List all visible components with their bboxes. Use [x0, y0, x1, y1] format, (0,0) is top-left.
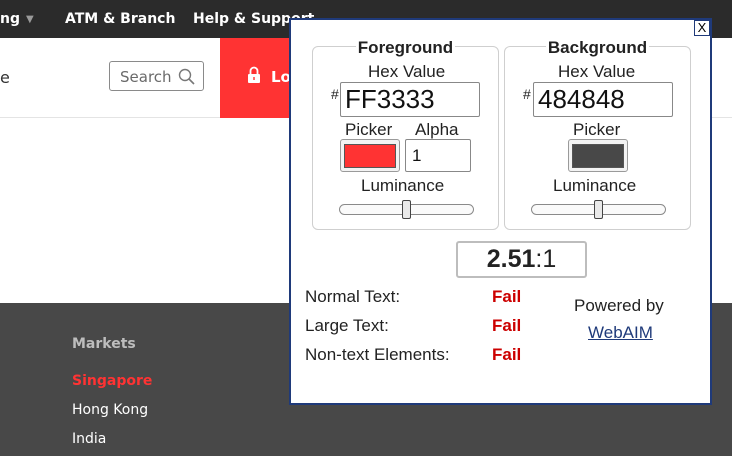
foreground-alpha-label: Alpha	[415, 120, 459, 139]
result-value-non-text: Fail	[492, 345, 522, 364]
foreground-title: Foreground	[355, 38, 456, 57]
search-placeholder: Search	[120, 68, 172, 86]
foreground-hex-label: Hex Value	[368, 62, 446, 81]
contrast-checker-dialog: X Foreground Hex Value # FF3333 Picker A…	[289, 18, 712, 405]
foreground-alpha-input[interactable]: 1	[405, 139, 471, 172]
background-picker-button[interactable]	[568, 139, 628, 172]
foreground-picker-label: Picker	[345, 120, 393, 139]
background-luminance-label: Luminance	[553, 176, 637, 195]
background-luminance-thumb[interactable]	[594, 200, 603, 219]
foreground-hash: #	[331, 86, 339, 102]
contrast-ratio: 2.51:1	[456, 241, 587, 278]
foreground-hex-input[interactable]: FF3333	[340, 82, 480, 117]
footer-link-india[interactable]: India	[72, 431, 106, 447]
result-value-large-text: Fail	[492, 316, 522, 335]
search-icon	[178, 68, 195, 85]
foreground-color-swatch	[344, 144, 396, 168]
chevron-down-icon: ▼	[26, 14, 34, 25]
lock-icon	[248, 66, 260, 83]
footer-link-hong-kong[interactable]: Hong Kong	[72, 402, 148, 418]
footer-link-singapore[interactable]: Singapore	[72, 373, 152, 389]
close-button[interactable]: X	[694, 20, 710, 36]
footer-heading-markets: Markets	[72, 336, 136, 352]
login-label: Lo	[271, 68, 291, 86]
background-picker-label: Picker	[573, 120, 621, 139]
nav-item-partial-label: ng	[0, 11, 20, 27]
result-value-normal-text: Fail	[492, 287, 522, 306]
background-color-swatch	[572, 144, 624, 168]
background-hex-label: Hex Value	[558, 62, 636, 81]
nav-item-partial[interactable]: ng ▼	[0, 11, 34, 27]
nav-item-atm-branch[interactable]: ATM & Branch	[65, 11, 175, 27]
powered-by-label: Powered by	[574, 296, 664, 315]
login-button[interactable]: Lo	[220, 38, 300, 118]
result-label-non-text: Non-text Elements:	[305, 345, 450, 364]
foreground-luminance-thumb[interactable]	[402, 200, 411, 219]
foreground-luminance-label: Luminance	[361, 176, 445, 195]
foreground-picker-button[interactable]	[340, 139, 400, 172]
sub-header-partial-text[interactable]: e	[0, 68, 10, 87]
webaim-link[interactable]: WebAIM	[588, 323, 653, 343]
background-luminance-slider[interactable]	[531, 200, 666, 219]
background-hex-input[interactable]: 484848	[533, 82, 673, 117]
result-label-large-text: Large Text:	[305, 316, 389, 335]
contrast-ratio-suffix: :1	[535, 245, 557, 273]
background-hash: #	[523, 86, 531, 102]
background-title: Background	[545, 38, 650, 57]
foreground-luminance-slider[interactable]	[339, 200, 474, 219]
contrast-ratio-value: 2.51	[486, 245, 536, 273]
search-input[interactable]: Search	[109, 61, 204, 91]
result-label-normal-text: Normal Text:	[305, 287, 401, 306]
